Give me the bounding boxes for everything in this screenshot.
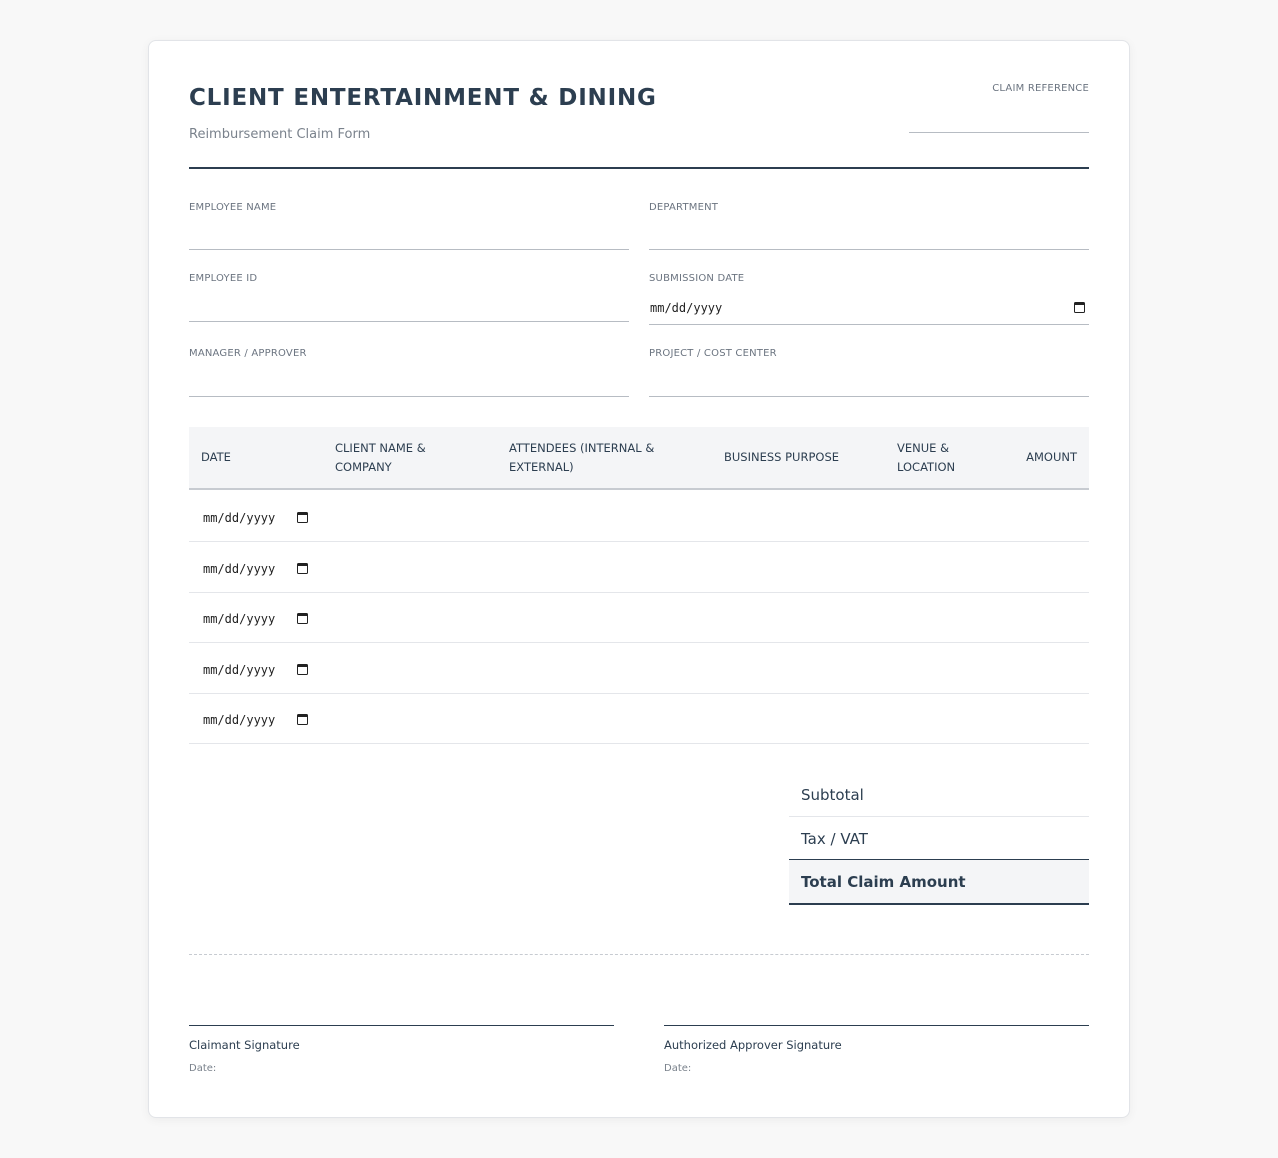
row-purpose-input[interactable] (724, 501, 884, 531)
tax-label: Tax / VAT (801, 829, 868, 848)
column-header-purpose: BUSINESS PURPOSE (724, 450, 840, 464)
calendar-icon[interactable] (297, 714, 308, 725)
manager-label: MANAGER / APPROVER (189, 348, 307, 359)
row-venue-input[interactable] (897, 703, 1007, 733)
total-row: Total Claim Amount (789, 860, 1089, 905)
calendar-icon[interactable] (297, 512, 308, 523)
table-row: mm/dd/yyyy (189, 693, 1089, 744)
row-purpose-input[interactable] (724, 653, 884, 683)
row-amount-input[interactable] (1019, 552, 1077, 582)
row-venue-input[interactable] (897, 653, 1007, 683)
total-label: Total Claim Amount (801, 872, 966, 891)
manager-input[interactable] (189, 396, 629, 397)
approver-signature-label: Authorized Approver Signature (664, 1038, 842, 1052)
row-date-input[interactable]: mm/dd/yyyy (203, 713, 275, 727)
table-row: mm/dd/yyyy (189, 592, 1089, 643)
row-attendees-input[interactable] (509, 703, 709, 733)
department-label: DEPARTMENT (649, 202, 719, 213)
form-title: CLIENT ENTERTAINMENT & DINING (189, 85, 657, 111)
row-date-input[interactable]: mm/dd/yyyy (203, 511, 275, 525)
claimant-date-label: Date: (189, 1063, 217, 1074)
employee-id-input[interactable] (189, 321, 629, 322)
header-divider (189, 167, 1089, 169)
calendar-icon[interactable] (297, 563, 308, 574)
column-header-amount: AMOUNT (1026, 450, 1077, 464)
project-input[interactable] (649, 396, 1089, 397)
claimant-signature-label: Claimant Signature (189, 1038, 300, 1052)
submission-date-underline (649, 324, 1089, 325)
row-amount-input[interactable] (1019, 602, 1077, 632)
subtotal-row: Subtotal (789, 774, 1089, 817)
row-purpose-input[interactable] (724, 602, 884, 632)
calendar-icon[interactable] (1074, 302, 1085, 313)
subtotal-label: Subtotal (801, 786, 864, 804)
row-attendees-input[interactable] (509, 501, 709, 531)
claim-reference-input[interactable] (909, 131, 1089, 133)
row-purpose-input[interactable] (724, 552, 884, 582)
row-venue-input[interactable] (897, 552, 1007, 582)
calendar-icon[interactable] (297, 613, 308, 624)
row-client-input[interactable] (335, 653, 495, 683)
row-client-input[interactable] (335, 552, 495, 582)
column-header-venue: VENUE & LOCATION (897, 440, 956, 474)
column-header-client: CLIENT NAME & COMPANY (335, 440, 426, 474)
column-header-attendees: ATTENDEES (INTERNAL & EXTERNAL) (509, 440, 655, 474)
row-client-input[interactable] (335, 501, 495, 531)
table-row: mm/dd/yyyy (189, 643, 1089, 694)
calendar-icon[interactable] (297, 664, 308, 675)
row-date-input[interactable]: mm/dd/yyyy (203, 612, 275, 626)
row-purpose-input[interactable] (724, 703, 884, 733)
row-date-input[interactable]: mm/dd/yyyy (203, 663, 275, 677)
employee-name-input[interactable] (189, 249, 629, 250)
row-amount-input[interactable] (1019, 703, 1077, 733)
row-attendees-input[interactable] (509, 653, 709, 683)
row-venue-input[interactable] (897, 602, 1007, 632)
department-input[interactable] (649, 249, 1089, 250)
project-label: PROJECT / COST CENTER (649, 348, 777, 359)
row-attendees-input[interactable] (509, 602, 709, 632)
claim-form-card: CLIENT ENTERTAINMENT & DINING Reimbursem… (148, 40, 1130, 1118)
form-subtitle: Reimbursement Claim Form (189, 127, 371, 142)
signature-divider (189, 954, 1089, 955)
expense-table-header: DATE CLIENT NAME & COMPANY ATTENDEES (IN… (189, 427, 1089, 490)
row-client-input[interactable] (335, 703, 495, 733)
column-header-date: DATE (201, 450, 231, 464)
employee-name-label: EMPLOYEE NAME (189, 202, 277, 213)
row-client-input[interactable] (335, 602, 495, 632)
submission-date-input[interactable]: mm/dd/yyyy (650, 301, 722, 315)
row-date-input[interactable]: mm/dd/yyyy (203, 562, 275, 576)
table-row: mm/dd/yyyy (189, 491, 1089, 542)
claim-reference-label: CLAIM REFERENCE (992, 83, 1089, 94)
employee-id-label: EMPLOYEE ID (189, 273, 258, 284)
row-amount-input[interactable] (1019, 501, 1077, 531)
row-attendees-input[interactable] (509, 552, 709, 582)
claimant-signature-line[interactable] (189, 1025, 614, 1026)
table-row: mm/dd/yyyy (189, 542, 1089, 593)
approver-date-label: Date: (664, 1063, 692, 1074)
approver-signature-line[interactable] (664, 1025, 1089, 1026)
row-amount-input[interactable] (1019, 653, 1077, 683)
row-venue-input[interactable] (897, 501, 1007, 531)
submission-date-label: SUBMISSION DATE (649, 273, 745, 284)
tax-row: Tax / VAT (789, 818, 1089, 861)
